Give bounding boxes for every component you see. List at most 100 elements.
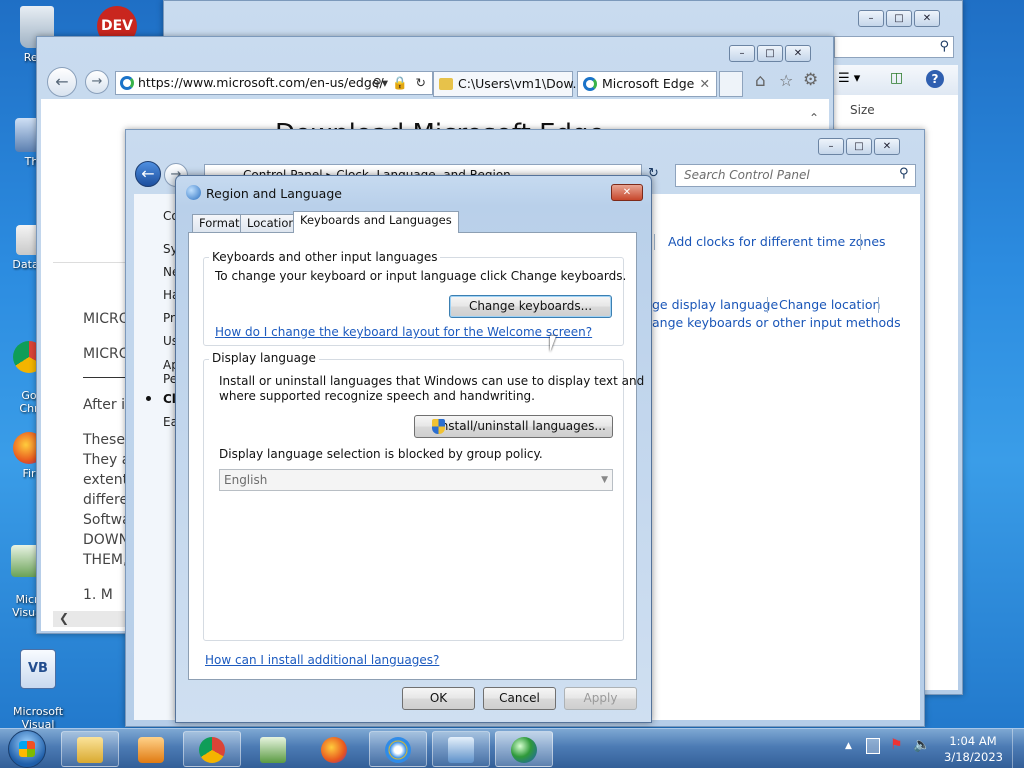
taskbar-clock[interactable]: 1:04 AM 3/18/2023 bbox=[944, 733, 1003, 765]
scroll-left-arrow[interactable]: ❮ bbox=[59, 611, 69, 625]
refresh-icon[interactable]: ↻ bbox=[416, 72, 426, 94]
back-button[interactable]: ← bbox=[47, 67, 77, 97]
page-line: differe bbox=[83, 492, 129, 508]
media-player-icon bbox=[138, 737, 164, 763]
chevron-down-icon: ▼ bbox=[601, 475, 608, 485]
forward-button[interactable]: → bbox=[85, 70, 109, 94]
install-uninstall-languages-button[interactable]: Install/uninstall languages... bbox=[414, 415, 613, 438]
welcome-screen-keyboard-link[interactable]: How do I change the keyboard layout for … bbox=[215, 325, 592, 339]
close-button[interactable]: ✕ bbox=[874, 138, 900, 155]
taskbar-control-panel[interactable] bbox=[432, 731, 490, 767]
taskbar-region-language[interactable] bbox=[495, 731, 553, 767]
csharp-icon bbox=[260, 737, 286, 763]
link-separator bbox=[860, 234, 861, 250]
taskbar-media-player[interactable] bbox=[122, 731, 180, 767]
edge-favicon-icon bbox=[120, 76, 134, 90]
windows-logo-icon bbox=[19, 741, 35, 757]
tab-microsoft-edge[interactable]: Microsoft Edge ✕ bbox=[577, 71, 717, 97]
page-line: THEM, bbox=[83, 552, 128, 568]
action-center-icon[interactable]: ⚑ bbox=[890, 737, 903, 753]
taskbar: ▲ ⚑ 🔈 1:04 AM 3/18/2023 bbox=[0, 728, 1024, 768]
mouse-cursor-icon bbox=[550, 336, 562, 352]
taskbar-csharp[interactable] bbox=[244, 731, 302, 767]
install-additional-languages-link[interactable]: How can I install additional languages? bbox=[205, 653, 439, 667]
uac-shield-icon bbox=[432, 419, 445, 434]
lock-icon[interactable]: 🔒 bbox=[392, 72, 408, 94]
taskbar-internet-explorer[interactable] bbox=[369, 731, 427, 767]
show-hidden-icons-icon[interactable]: ▲ bbox=[845, 741, 852, 751]
globe-icon bbox=[186, 185, 201, 200]
size-column-header[interactable]: Size bbox=[850, 103, 875, 117]
apply-button[interactable]: Apply bbox=[564, 687, 637, 710]
ie-icon bbox=[385, 737, 411, 763]
page-line: MICRO bbox=[83, 311, 130, 327]
address-url: https://www.microsoft.com/en-us/edge/ bbox=[138, 75, 384, 90]
home-icon[interactable]: ⌂ bbox=[755, 71, 766, 91]
tab-keyboards-and-languages[interactable]: Keyboards and Languages bbox=[293, 211, 459, 233]
display-language-select: English ▼ bbox=[219, 469, 613, 491]
link-separator bbox=[654, 234, 655, 250]
close-button[interactable]: ✕ bbox=[914, 10, 940, 27]
link-separator bbox=[767, 297, 768, 313]
address-bar[interactable]: https://www.microsoft.com/en-us/edge/ ⚲▾… bbox=[115, 71, 433, 95]
gear-icon[interactable]: ⚙ bbox=[803, 70, 818, 90]
scroll-up-arrow[interactable]: ⌃ bbox=[809, 111, 819, 125]
horizontal-scrollbar[interactable]: ❮ bbox=[53, 611, 127, 627]
display-language-link[interactable]: ge display language bbox=[652, 297, 778, 312]
install-uninstall-label: Install/uninstall languages... bbox=[437, 419, 606, 433]
change-location-link[interactable]: Change location bbox=[779, 297, 880, 312]
display-language-group-label: Display language bbox=[209, 351, 319, 365]
firefox-icon bbox=[321, 737, 347, 763]
add-clocks-link[interactable]: Add clocks for different time zones bbox=[668, 234, 886, 249]
maximize-button[interactable]: □ bbox=[846, 138, 872, 155]
visual-basic-icon: VB bbox=[20, 649, 56, 689]
clock-time: 1:04 AM bbox=[949, 734, 997, 748]
new-tab-button[interactable] bbox=[719, 71, 743, 97]
desktop-icon-label: Fir bbox=[22, 467, 36, 480]
clock-date: 3/18/2023 bbox=[944, 750, 1003, 764]
search-icon[interactable]: ⚲ bbox=[899, 166, 909, 181]
minimize-button[interactable]: – bbox=[729, 45, 755, 62]
sidebar-item[interactable]: Pr bbox=[163, 311, 175, 325]
address-search-icon[interactable]: ⚲▾ bbox=[373, 72, 388, 94]
minimize-button[interactable]: – bbox=[818, 138, 844, 155]
dialog-close-button[interactable]: ✕ bbox=[611, 184, 643, 201]
tab-label: Microsoft Edge bbox=[602, 76, 695, 91]
blocked-by-policy-text: Display language selection is blocked by… bbox=[219, 447, 543, 461]
network-icon[interactable] bbox=[866, 738, 880, 754]
help-icon[interactable]: ? bbox=[926, 70, 944, 88]
ok-button[interactable]: OK bbox=[402, 687, 475, 710]
taskbar-chrome[interactable] bbox=[183, 731, 241, 767]
cp-search-input[interactable]: Search Control Panel bbox=[675, 164, 916, 187]
explorer-caption-buttons: – □ ✕ bbox=[858, 10, 940, 27]
keyboards-group-label: Keyboards and other input languages bbox=[209, 250, 441, 264]
favorites-star-icon[interactable]: ☆ bbox=[779, 71, 793, 90]
taskbar-firefox[interactable] bbox=[305, 731, 363, 767]
cp-back-button[interactable]: ← bbox=[135, 161, 161, 187]
tab-downloads[interactable]: C:\Users\vm1\Dow... bbox=[433, 71, 584, 97]
display-language-value: English bbox=[224, 473, 268, 487]
maximize-button[interactable]: □ bbox=[886, 10, 912, 27]
display-language-desc-2: where supported recognize speech and han… bbox=[219, 389, 535, 403]
sidebar-item-selected[interactable]: Cl bbox=[163, 392, 176, 406]
change-keyboards-button[interactable]: Change keyboards... bbox=[449, 295, 612, 318]
explorer-search-box[interactable]: ⚲ bbox=[834, 36, 954, 58]
control-panel-icon bbox=[448, 737, 474, 763]
chrome-icon bbox=[199, 737, 225, 763]
volume-icon[interactable]: 🔈 bbox=[913, 737, 930, 753]
region-language-dialog[interactable]: Region and Language ✕ Formats Location K… bbox=[175, 175, 652, 723]
taskbar-explorer[interactable] bbox=[61, 731, 119, 767]
change-keyboards-link[interactable]: ange keyboards or other input methods bbox=[652, 315, 901, 330]
minimize-button[interactable]: – bbox=[858, 10, 884, 27]
start-button[interactable] bbox=[8, 730, 46, 768]
tab-close-icon[interactable]: ✕ bbox=[700, 72, 710, 96]
cancel-button[interactable]: Cancel bbox=[483, 687, 556, 710]
preview-pane-icon[interactable]: ◫ bbox=[890, 70, 903, 86]
maximize-button[interactable]: □ bbox=[757, 45, 783, 62]
close-button[interactable]: ✕ bbox=[785, 45, 811, 62]
ie-caption-buttons: – □ ✕ bbox=[729, 45, 811, 62]
show-desktop-button[interactable] bbox=[1012, 729, 1024, 768]
page-line: These bbox=[83, 432, 125, 448]
views-icon[interactable]: ☰ ▾ bbox=[838, 71, 860, 86]
page-line: 1. M bbox=[83, 587, 113, 603]
